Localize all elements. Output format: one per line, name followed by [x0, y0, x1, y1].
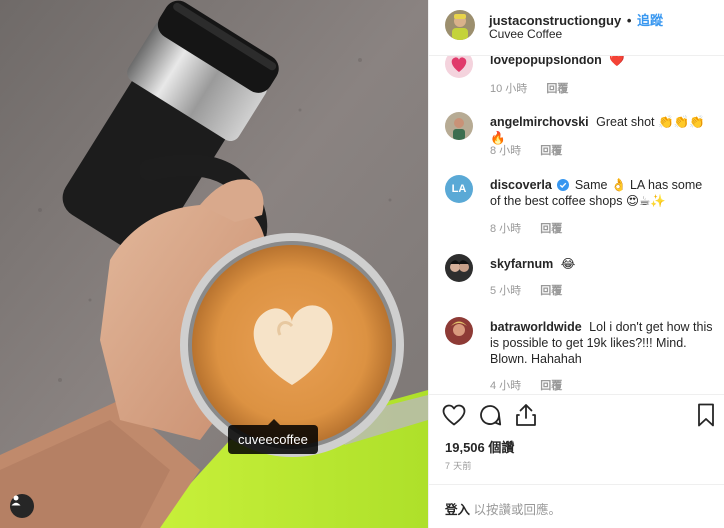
heart-icon	[442, 404, 466, 431]
comment-text: 😂	[560, 257, 576, 271]
login-link[interactable]: 登入	[445, 503, 470, 517]
login-prompt-text: 以按讚或回應。	[470, 503, 561, 517]
comment-avatar[interactable]	[445, 317, 473, 345]
author-avatar[interactable]	[445, 10, 475, 40]
post-location[interactable]: Cuvee Coffee	[489, 27, 562, 41]
follow-button[interactable]: 追蹤	[637, 13, 663, 28]
comment-avatar[interactable]: LA	[445, 175, 473, 203]
post-photo[interactable]: cuveecoffee	[0, 0, 428, 528]
comment-time[interactable]: 10 小時	[490, 83, 527, 95]
comment-username[interactable]: lovepopupslondon	[490, 56, 602, 67]
like-count[interactable]: 19,506 個讚	[445, 437, 514, 456]
comment-time[interactable]: 8 小時	[490, 145, 521, 157]
comment-meta: 8 小時 回覆	[490, 220, 562, 236]
comment-username[interactable]: skyfarnum	[490, 257, 553, 271]
post-actions: 19,506 個讚 7 天前	[429, 394, 724, 484]
comment-avatar[interactable]	[445, 112, 473, 140]
comment-avatar[interactable]	[445, 254, 473, 282]
comment-icon	[478, 403, 502, 432]
comment-meta: 10 小時 回覆	[490, 80, 568, 96]
comment-username[interactable]: discoverla	[490, 178, 552, 192]
avatar-initials: LA	[451, 183, 467, 195]
comment-avatar[interactable]	[445, 56, 473, 78]
like-button[interactable]	[441, 404, 467, 430]
separator-dot: •	[626, 13, 632, 28]
share-icon	[515, 403, 537, 432]
photo-image	[0, 0, 428, 528]
bookmark-icon	[697, 403, 715, 432]
reply-button[interactable]: 回覆	[540, 285, 562, 297]
save-button[interactable]	[693, 403, 719, 432]
reply-button[interactable]: 回覆	[540, 223, 562, 235]
reply-button[interactable]: 回覆	[546, 83, 568, 95]
comment-time[interactable]: 4 小時	[490, 380, 521, 392]
reply-button[interactable]: 回覆	[540, 380, 562, 392]
comment-username[interactable]: angelmirchovski	[490, 115, 589, 129]
comment-meta: 8 小時 回覆	[490, 142, 562, 158]
comment-text: ❤️	[609, 56, 625, 67]
post-timestamp[interactable]: 7 天前	[445, 459, 472, 472]
comment-list[interactable]: lovepopupslondon ❤️ 10 小時 回覆 angelmircho…	[429, 56, 724, 394]
photo-user-tag[interactable]: cuveecoffee	[228, 419, 318, 454]
comment-meta: 4 小時 回覆	[490, 377, 562, 393]
comment-time[interactable]: 5 小時	[490, 285, 521, 297]
post-header: justaconstructionguy • 追蹤 Cuvee Coffee	[429, 0, 724, 56]
share-button[interactable]	[513, 403, 539, 432]
post-side-panel: justaconstructionguy • 追蹤 Cuvee Coffee l…	[428, 0, 724, 528]
author-username[interactable]: justaconstructionguy	[489, 13, 621, 28]
user-tags-button[interactable]	[10, 494, 34, 518]
verified-badge-icon	[557, 179, 570, 191]
comment-time[interactable]: 8 小時	[490, 223, 521, 235]
reply-button[interactable]: 回覆	[540, 145, 562, 157]
comment-button[interactable]	[477, 404, 503, 430]
comment-username[interactable]: batraworldwide	[490, 320, 582, 334]
login-prompt: 登入 以按讚或回應。	[429, 484, 724, 528]
comment-meta: 5 小時 回覆	[490, 282, 562, 298]
